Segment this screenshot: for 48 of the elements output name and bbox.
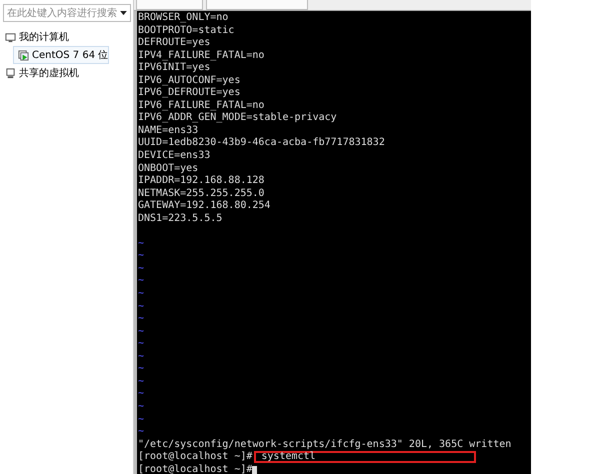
config-line: IPADDR=192.168.88.128 [138,175,264,188]
tilde-marker: ~ [138,275,144,288]
tree-item[interactable]: 共享的虚拟机 [0,64,80,82]
config-line: NAME=ens33 [138,124,198,137]
config-line: IPV6_ADDR_GEN_MODE=stable-privacy [138,112,337,125]
config-line: BOOTPROTO=static [138,24,234,38]
cursor-icon [252,466,258,474]
shell-prompt: [root@localhost ~]# [138,464,252,474]
tilde-marker: ~ [138,288,144,301]
tilde-marker: ~ [138,363,144,376]
search-field[interactable]: 在此处键入内容进行搜索 [3,4,131,22]
config-line: IPV6_DEFROUTE=yes [138,87,240,100]
tab[interactable] [206,0,308,10]
config-line: DEVICE=ens33 [138,150,210,163]
tilde-marker: ~ [138,300,144,314]
command-text: systemctl [260,450,317,464]
tab[interactable] [136,0,203,10]
monitor-icon [5,32,16,42]
vm-icon [18,50,29,60]
config-line: UUID=1edb8230-43b9-46ca-acba-fb7717831832 [138,137,385,150]
tree-item[interactable]: 我的计算机 [0,28,70,46]
config-line: IPV6_FAILURE_FATAL=no [138,100,264,112]
dropdown-arrow-icon[interactable] [120,10,127,16]
tree-item[interactable]: CentOS 7 64 位 [13,46,110,64]
config-line: IPV6INIT=yes [138,62,210,75]
config-line: BROWSER_ONLY=no [138,12,228,25]
shell-prompt: [root@localhost ~]# [138,451,252,464]
tilde-marker: ~ [138,376,144,388]
tilde-marker: ~ [138,238,144,250]
tilde-marker: ~ [138,338,144,351]
config-line: DEFROUTE=yes [138,37,210,50]
tilde-marker: ~ [138,326,144,338]
config-line: IPV4_FAILURE_FATAL=no [138,50,264,62]
config-line: ONBOOT=yes [138,162,198,176]
tilde-marker: ~ [138,262,144,276]
tilde-marker: ~ [138,400,144,414]
tilde-marker: ~ [138,350,144,364]
tilde-marker: ~ [138,250,144,263]
tilde-marker: ~ [138,313,144,326]
tilde-marker: ~ [138,414,144,426]
config-line: NETMASK=255.255.255.0 [138,188,264,200]
shared-vm-icon [5,68,16,78]
config-line: DNS1=223.5.5.5 [138,212,222,226]
status-line: "/etc/sysconfig/network-scripts/ifcfg-ens33" 20L, 365C written [138,438,512,451]
tilde-marker: ~ [138,388,144,401]
config-line: IPV6_AUTOCONF=yes [138,74,240,88]
config-line: GATEWAY=192.168.80.254 [138,200,270,213]
tilde-marker: ~ [138,426,144,439]
